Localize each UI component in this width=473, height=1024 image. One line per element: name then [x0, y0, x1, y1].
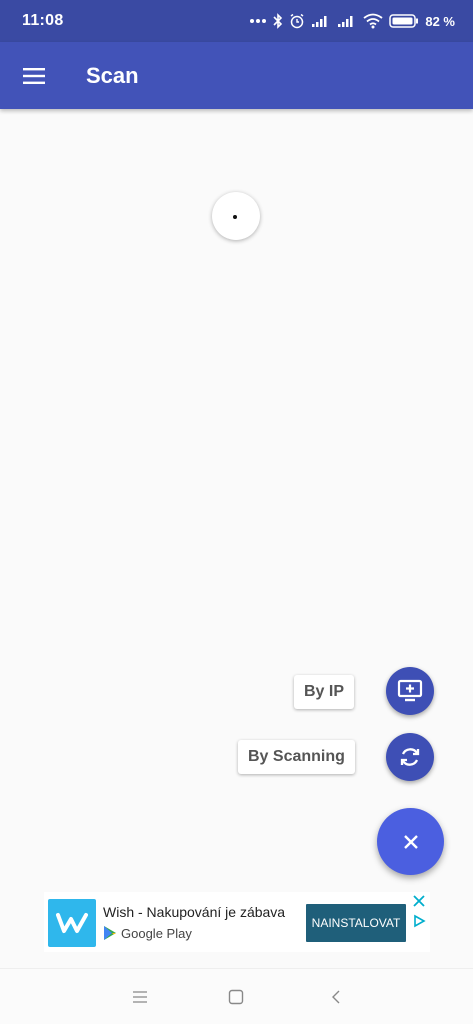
wifi-icon	[363, 13, 383, 29]
close-fab-button[interactable]	[377, 808, 444, 875]
add-to-screen-icon	[397, 679, 423, 702]
status-time: 11:08	[22, 12, 64, 29]
back-chevron-icon	[332, 990, 340, 1004]
ad-title: Wish - Nakupování je zábava	[103, 904, 286, 920]
menu-lines-icon	[133, 991, 147, 1003]
by-scanning-button[interactable]	[386, 733, 434, 781]
hamburger-menu-icon	[23, 67, 45, 84]
nav-menu-button[interactable]	[130, 987, 150, 1007]
battery-icon	[389, 14, 419, 28]
status-bar: 11:08 82 %	[0, 0, 473, 42]
bluetooth-icon	[273, 13, 283, 29]
signal-icon	[338, 16, 353, 27]
close-icon	[403, 834, 418, 849]
ad-choices-icon[interactable]	[412, 914, 426, 928]
nav-back-button[interactable]	[326, 987, 346, 1007]
menu-button[interactable]	[0, 42, 68, 109]
wish-logo	[48, 899, 96, 947]
nav-home-button[interactable]	[226, 987, 246, 1007]
app-bar: Scan	[0, 42, 473, 109]
progress-indicator-icon	[233, 215, 237, 219]
ad-banner[interactable]: Wish - Nakupování je zábava Google Play …	[44, 892, 430, 952]
wish-logo-icon	[56, 913, 88, 933]
ad-close-icon[interactable]	[412, 894, 426, 908]
page-title: Scan	[86, 62, 139, 88]
ad-store-badge: Google Play	[103, 925, 192, 941]
by-ip-label[interactable]: By IP	[294, 675, 355, 709]
by-ip-button[interactable]	[386, 667, 434, 715]
by-scanning-label[interactable]: By Scanning	[238, 740, 355, 774]
more-dots-icon	[250, 19, 267, 23]
refresh-icon	[400, 748, 420, 766]
alarm-icon	[290, 13, 304, 29]
status-icons: 82 %	[249, 13, 455, 29]
ad-install-button[interactable]: NAINSTALOVAT	[306, 904, 406, 942]
system-nav-bar	[0, 968, 473, 1024]
signal-icon	[312, 16, 327, 27]
loading-spinner	[212, 192, 260, 240]
ad-store-label: Google Play	[121, 925, 192, 941]
battery-percent: 82 %	[425, 13, 455, 29]
home-square-icon	[228, 989, 244, 1005]
google-play-icon	[104, 926, 116, 940]
